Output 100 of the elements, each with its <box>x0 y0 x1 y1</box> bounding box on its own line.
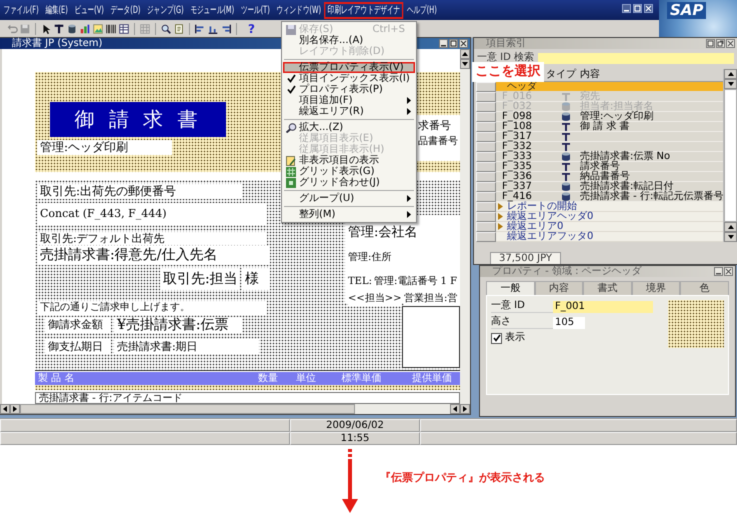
group-row[interactable]: 繰返エリアフッタ0 <box>496 232 724 242</box>
scroll-up-button[interactable] <box>724 222 737 232</box>
scroll-up-button[interactable] <box>724 69 737 79</box>
form-field[interactable]: 売掛請求書:期日 <box>114 339 259 354</box>
menu-item[interactable]: グリッド合わせ(J) <box>283 177 415 188</box>
amount-tab[interactable]: 37,500 JPY <box>490 252 562 264</box>
scroll-left-button[interactable] <box>450 404 460 414</box>
page-icon[interactable] <box>173 22 185 34</box>
item-row[interactable]: F_337 売掛請求書:転記日付 <box>496 182 724 192</box>
text-field-icon <box>562 132 570 140</box>
scroll-right-button[interactable] <box>10 404 20 414</box>
menu-item[interactable]: 別名保存...(A) <box>283 35 415 46</box>
barcode-icon[interactable] <box>105 22 117 34</box>
menu-item[interactable]: データ(D) <box>107 2 144 18</box>
tab[interactable]: 境界 <box>632 281 680 295</box>
vertical-scrollbar[interactable] <box>723 69 737 242</box>
close-icon <box>645 5 652 12</box>
chart-icon[interactable] <box>79 22 91 34</box>
tab[interactable]: 書式 <box>583 281 632 295</box>
table-icon[interactable] <box>118 22 130 34</box>
input-field[interactable]: 105 <box>553 316 585 328</box>
close-button[interactable] <box>644 4 653 13</box>
menu-item[interactable]: グリッド表示(G) <box>283 166 415 177</box>
text-field-icon <box>562 92 570 100</box>
maximize-icon <box>450 40 457 47</box>
table-cell-text: 納品書番号 <box>580 172 631 182</box>
close-button[interactable] <box>459 39 468 48</box>
item-row[interactable]: F_336 納品書番号 <box>496 172 724 182</box>
scroll-down-button[interactable] <box>724 232 737 242</box>
scroll-up-button[interactable] <box>460 49 470 59</box>
menu-item[interactable]: ビュー(V) <box>71 2 108 18</box>
menu-item[interactable]: ウィンドウ(W) <box>273 2 324 18</box>
tab[interactable]: 一般 <box>486 281 535 295</box>
menu-item[interactable]: 繰返エリア(R) <box>283 106 415 117</box>
search-field[interactable] <box>538 52 734 64</box>
menu-item[interactable]: 編集(E) <box>42 2 72 18</box>
database-icon[interactable] <box>66 22 78 34</box>
form-field[interactable]: ¥売掛請求書:伝票 <box>114 317 242 333</box>
item-row[interactable]: F_416 売掛請求書 - 行:転記元伝票番号 <box>496 192 724 202</box>
minimize-button[interactable] <box>622 4 631 13</box>
scroll-thumb[interactable] <box>724 89 737 222</box>
form-field[interactable]: 取引先:担当 <box>160 268 240 290</box>
form-field[interactable]: 管理:ヘッダ印刷 <box>37 140 172 155</box>
form-field[interactable]: 御支払期日 <box>45 339 111 354</box>
maximize-button[interactable] <box>633 4 642 13</box>
menu-item[interactable]: ツール(T) <box>238 2 274 18</box>
menu-item[interactable]: モジュール(M) <box>187 2 238 18</box>
minimize-button[interactable] <box>439 39 448 48</box>
search-icon[interactable] <box>160 22 172 34</box>
scroll-down-button[interactable] <box>724 79 737 89</box>
item-row[interactable]: F_317 <box>496 132 724 142</box>
form-field[interactable]: 営業担当:営 <box>404 292 460 306</box>
input-field[interactable]: F_001 <box>553 300 653 312</box>
text-tool-icon[interactable] <box>53 22 65 34</box>
scroll-down-button[interactable] <box>460 59 470 69</box>
menu-item[interactable]: 整列(M) <box>283 209 415 220</box>
item-row[interactable]: F_332 <box>496 142 724 152</box>
form-field[interactable]: 下記の通りご請求申し上げます。 <box>37 301 267 315</box>
horizontal-scrollbar[interactable] <box>0 404 470 414</box>
form-field[interactable]: 取引先:出荷先の郵便番号 <box>37 184 242 199</box>
form-field[interactable]: 様 <box>242 268 270 290</box>
menu-item[interactable]: ジャンプ(G) <box>144 2 188 18</box>
group-row[interactable]: 繰返エリアヘッダ0 <box>496 212 724 222</box>
form-field[interactable]: 御請求金額 <box>45 317 111 333</box>
menu-item[interactable]: 拡大...(Z) <box>283 122 415 133</box>
item-row[interactable]: F_335 請求番号 <box>496 162 724 172</box>
item-row[interactable]: F_108 御 請 求 書 <box>496 122 724 132</box>
menu-item[interactable]: プロパティ表示(P) <box>283 84 415 95</box>
item-row[interactable]: F_098 管理:ヘッダ印刷 <box>496 112 724 122</box>
scroll-left-button[interactable] <box>0 404 10 414</box>
maximize-button[interactable] <box>449 39 458 48</box>
form-field[interactable]: Concat (F_443, F_444) <box>37 203 267 225</box>
help-button[interactable]: ? <box>245 22 258 36</box>
title-banner[interactable]: 御 請 求 書 <box>50 102 226 137</box>
form-field[interactable]: 売掛請求書:得意先/仕入先名 <box>37 246 270 265</box>
align-left-icon[interactable] <box>194 22 206 34</box>
menu-item[interactable]: ファイル(F) <box>0 2 42 18</box>
menu-item[interactable]: 項目追加(F) <box>283 95 415 106</box>
maximize-icon <box>634 5 641 12</box>
menu-item[interactable]: 項目インデックス表示(I) <box>283 73 415 84</box>
restore-icon <box>717 40 724 47</box>
tab[interactable]: 内容 <box>534 281 584 295</box>
tab[interactable]: 色 <box>680 281 729 295</box>
menu-item[interactable]: 伝票プロパティ表示(V) <box>283 62 415 73</box>
align-right-icon[interactable] <box>220 22 232 34</box>
table-cell-text: F_016 <box>501 92 533 102</box>
down-arrow <box>342 449 358 513</box>
form-field[interactable]: 取引先:デフォルト出荷先 <box>37 232 267 245</box>
menu-item[interactable]: ヘルプ(H) <box>404 2 440 18</box>
scroll-right-button[interactable] <box>460 404 470 414</box>
item-row[interactable]: F_333 売掛請求書:伝票 No <box>496 152 724 162</box>
menu-item[interactable]: グループ(U) <box>283 193 415 204</box>
group-row[interactable]: 繰返エリア0 <box>496 222 724 232</box>
menu-item[interactable]: 非表示項目の表示 <box>283 155 415 166</box>
form-field[interactable]: 売掛請求書 - 行:アイテムコード <box>35 392 460 404</box>
group-row[interactable]: レポートの開始 <box>496 202 724 212</box>
form-field[interactable]: <<担当>> <box>348 292 402 306</box>
scroll-thumb[interactable] <box>20 404 355 414</box>
vertical-scrollbar[interactable] <box>460 49 470 404</box>
checkbox[interactable] <box>491 332 502 344</box>
